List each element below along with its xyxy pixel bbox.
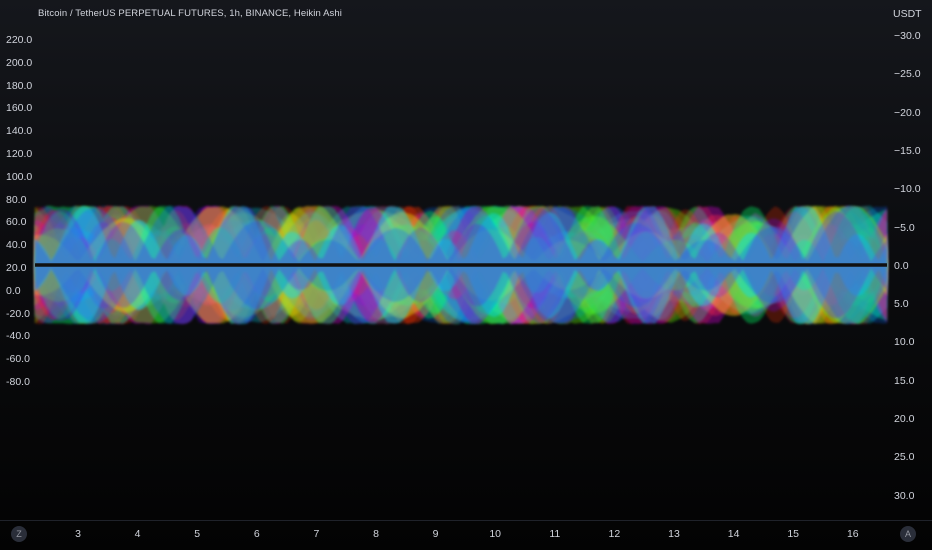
chart-title: Bitcoin / TetherUS PERPETUAL FUTURES, 1h… (38, 8, 342, 19)
right-axis-tick: −15.0 (894, 144, 921, 157)
left-axis-tick: 220.0 (6, 34, 33, 46)
x-axis-tick: 4 (134, 528, 141, 540)
right-axis-tick: −30.0 (894, 30, 921, 42)
x-axis-tick: 5 (194, 528, 201, 540)
x-axis-tick: 10 (489, 528, 502, 540)
x-axis-tick: 11 (549, 528, 561, 540)
x-axis-tick: 12 (608, 528, 621, 540)
x-axis-tick: 9 (432, 528, 439, 540)
right-axis-tick: −25.0 (894, 68, 921, 81)
left-axis-tick: -20.0 (6, 307, 30, 320)
right-axis-unit: USDT (893, 8, 922, 20)
left-axis-tick: 140.0 (6, 125, 33, 138)
left-axis-tick: 20.0 (6, 262, 27, 274)
left-axis-tick: 120.0 (6, 148, 33, 160)
left-axis-tick: 200.0 (6, 56, 33, 69)
x-axis-tick: 13 (668, 528, 680, 540)
chart-plot-area (35, 205, 887, 325)
left-axis-tick: 40.0 (6, 239, 27, 252)
left-axis-tick: 80.0 (6, 193, 27, 206)
left-axis-tick: 180.0 (6, 79, 33, 92)
x-axis-tick: 7 (313, 528, 320, 540)
x-axis-tick: 16 (846, 528, 859, 540)
right-axis-tick: 30.0 (894, 489, 915, 502)
left-axis-tick: 0.0 (6, 284, 21, 297)
x-axis-tick: 8 (373, 528, 379, 540)
right-axis-tick: 15.0 (894, 374, 915, 387)
right-axis-tick: 10.0 (894, 336, 915, 349)
left-axis-tick: -80.0 (6, 376, 30, 388)
right-axis-tick: 20.0 (894, 413, 915, 425)
x-axis-tick: 6 (253, 528, 260, 540)
axis-divider (0, 520, 932, 521)
left-axis-tick: -60.0 (6, 353, 30, 366)
right-axis-tick: −5.0 (894, 221, 915, 234)
left-axis-tick: 100.0 (6, 170, 33, 183)
x-axis-tick: 14 (727, 528, 740, 540)
left-axis-tick: 160.0 (6, 102, 33, 115)
right-axis-tick: 5.0 (894, 298, 909, 311)
right-axis-tick: 25.0 (894, 451, 915, 464)
auto-scale-z-button[interactable]: Z (11, 526, 27, 542)
auto-scale-a-button[interactable]: A (900, 526, 916, 542)
x-axis-tick: 15 (787, 528, 800, 540)
x-axis-tick: 3 (75, 528, 81, 540)
left-axis-tick: -40.0 (6, 330, 30, 343)
left-axis-tick: 60.0 (6, 216, 27, 229)
right-axis-tick: −10.0 (894, 183, 921, 196)
right-axis-tick: −20.0 (894, 106, 921, 119)
right-axis-tick: 0.0 (894, 259, 909, 272)
